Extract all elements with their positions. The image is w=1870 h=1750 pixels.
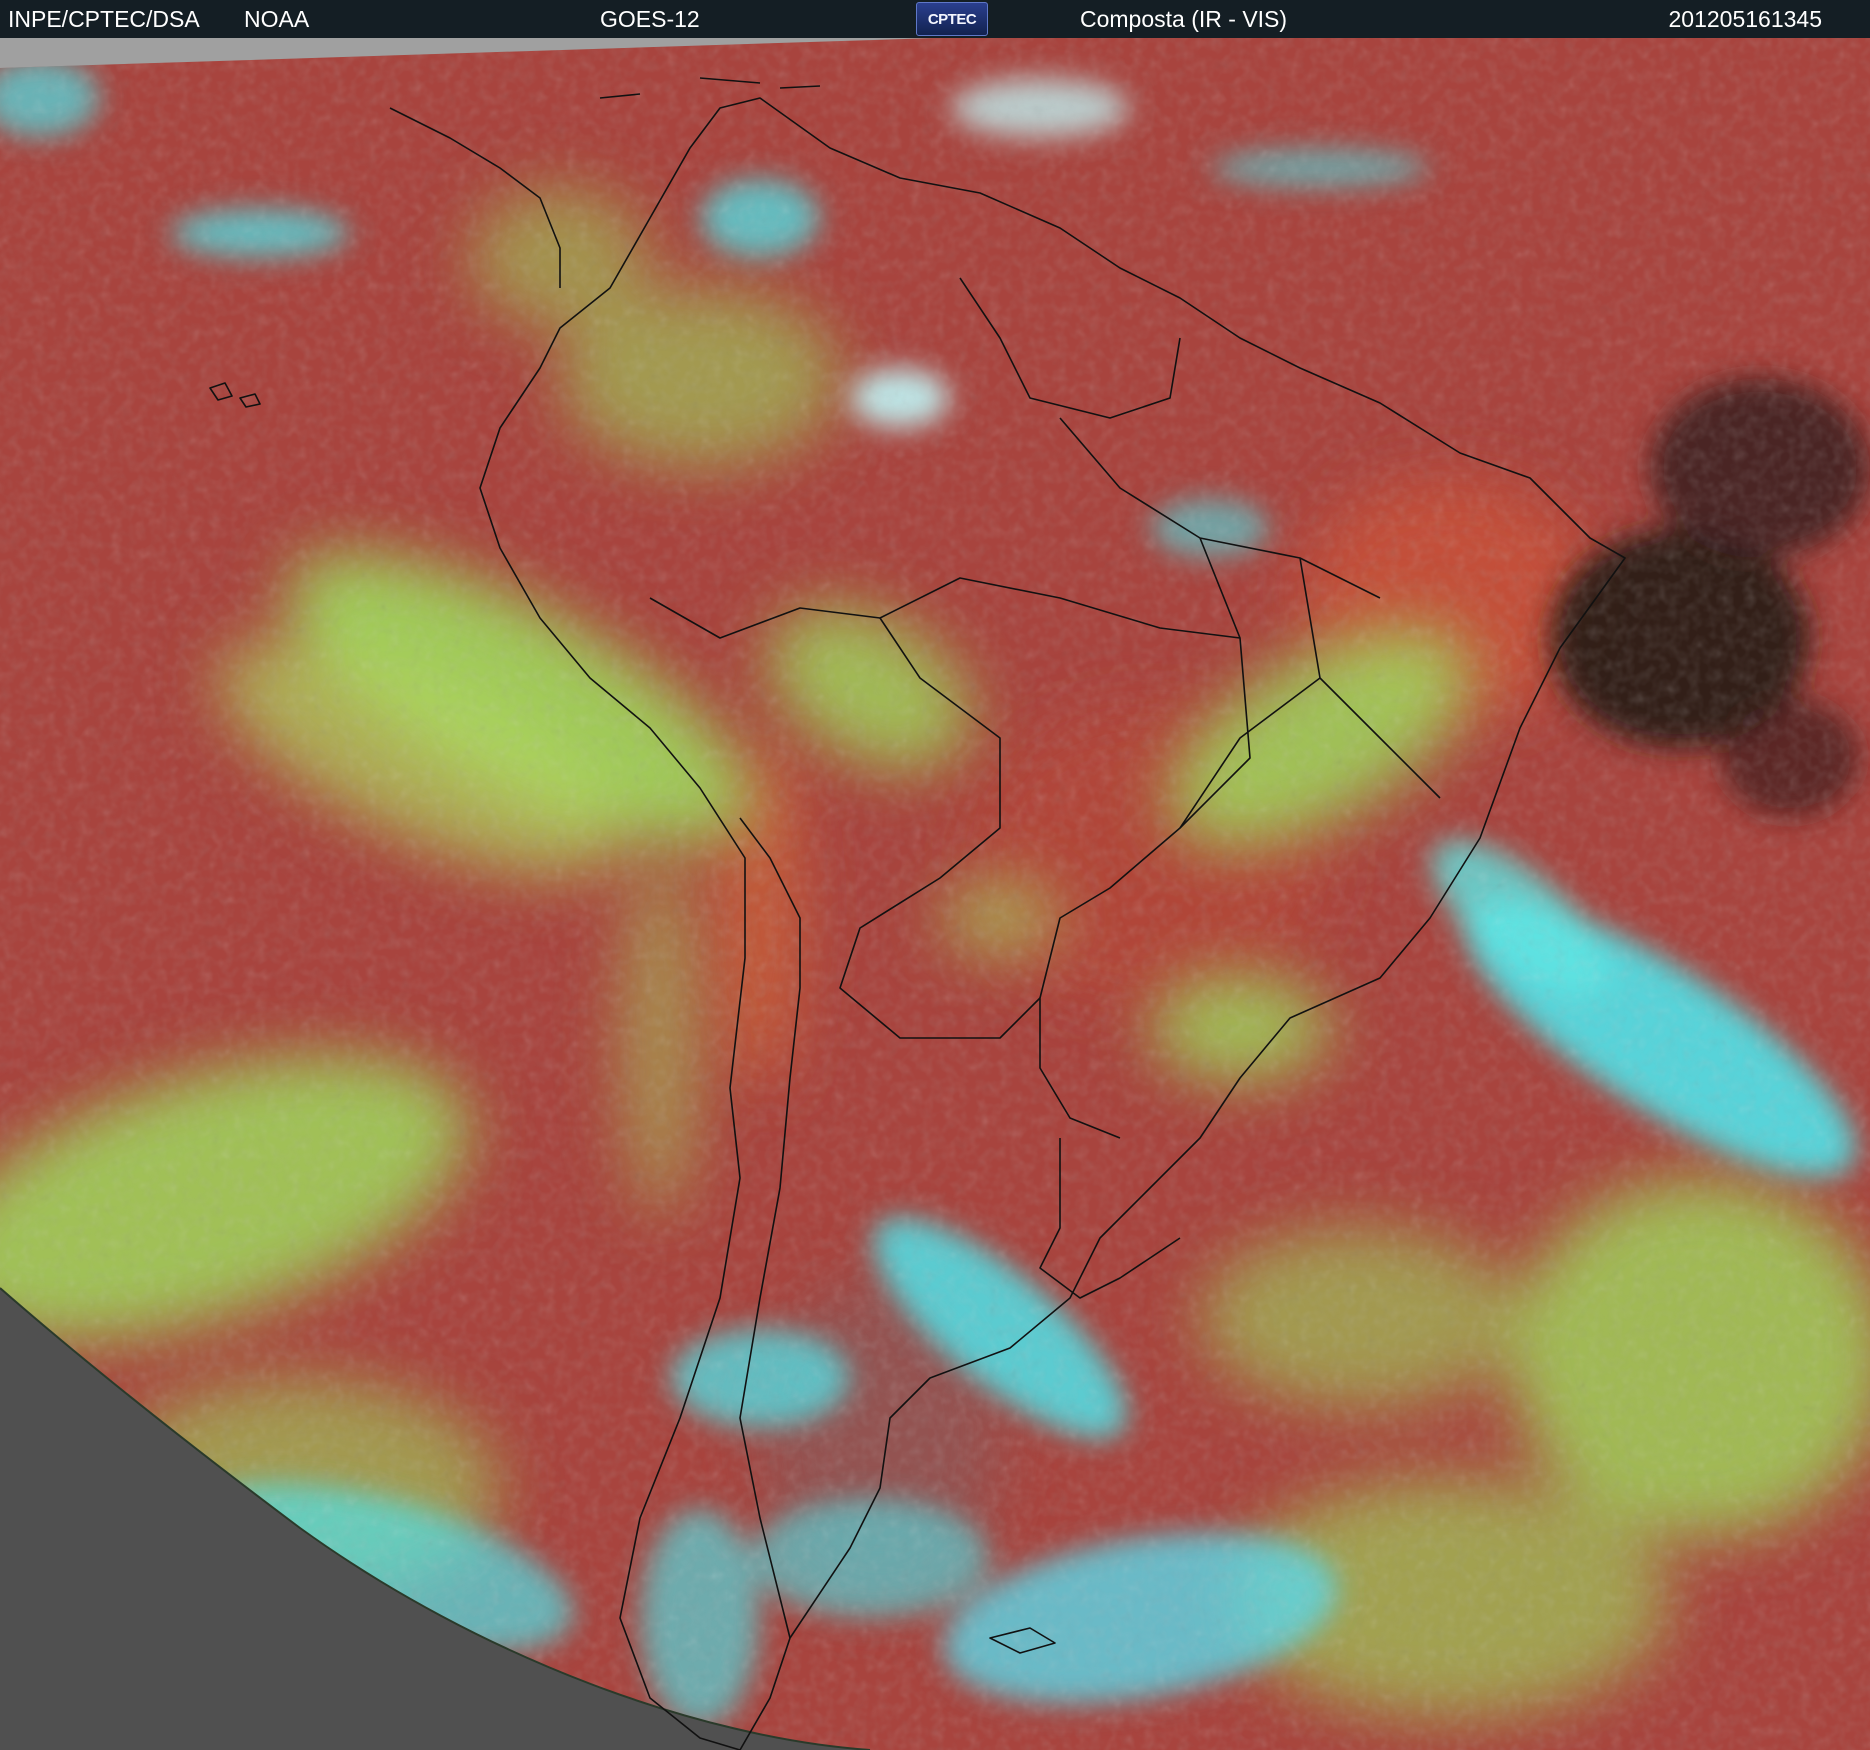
logo-text: CPTEC [927,10,977,28]
satellite-label: GOES-12 [600,6,700,32]
title-bar: INPE/CPTEC/DSA NOAA GOES-12 CPTEC Compos… [0,0,1870,38]
satellite-composite-image [0,38,1870,1750]
agency-label: INPE/CPTEC/DSA [8,6,200,32]
timestamp-label: 201205161345 [1668,6,1823,32]
cloud-texture [0,38,1870,1750]
earth-disk [0,38,1870,1750]
cptec-logo-icon: CPTEC [916,2,988,36]
satellite-image-frame: INPE/CPTEC/DSA NOAA GOES-12 CPTEC Compos… [0,0,1870,1750]
source-label: NOAA [244,6,310,32]
product-label: Composta (IR - VIS) [1080,6,1288,32]
